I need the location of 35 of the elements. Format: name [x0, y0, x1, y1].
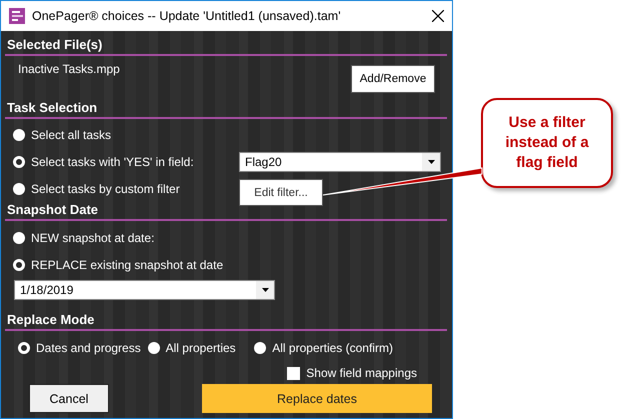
file-name: Inactive Tasks.mpp — [18, 62, 120, 76]
radio-option[interactable]: NEW snapshot at date: — [13, 230, 239, 244]
section-heading: Snapshot Date — [6, 202, 100, 217]
section-heading: Selected File(s) — [6, 37, 104, 52]
section-heading: Replace Mode — [6, 312, 96, 327]
radio-button[interactable] — [18, 342, 30, 354]
radio-option[interactable]: All properties — [148, 341, 254, 355]
section-heading: Task Selection — [6, 100, 98, 115]
window-title: OnePager® choices -- Update 'Untitled1 (unsaved).tam' — [32, 9, 342, 23]
radio-option[interactable]: Select tasks by custom filter — [13, 182, 239, 196]
checkbox[interactable] — [287, 366, 300, 380]
radio-button[interactable] — [13, 128, 25, 140]
add-remove-button[interactable]: Add/Remove — [351, 65, 435, 93]
edit-filter-button[interactable]: Edit filter... — [239, 179, 323, 206]
dropdown-arrow-icon[interactable] — [428, 160, 434, 164]
dropdown-arrow-icon[interactable] — [262, 288, 268, 292]
app-icon — [9, 8, 25, 24]
radio-option[interactable]: Dates and progress — [18, 341, 148, 355]
radio-option[interactable]: Select tasks with 'YES' in field: — [13, 154, 239, 168]
radio-button[interactable] — [13, 182, 25, 194]
radio-button[interactable] — [148, 342, 160, 354]
field-dropdown[interactable]: Flag20 — [239, 152, 441, 172]
checkbox-label[interactable]: Show field mappings — [306, 366, 417, 380]
replace-dates-button[interactable]: Replace dates — [202, 384, 432, 413]
radio-button[interactable] — [13, 258, 25, 270]
radio-option[interactable]: REPLACE existing snapshot at date — [13, 258, 239, 272]
radio-button[interactable] — [254, 342, 266, 354]
radio-option[interactable]: All properties (confirm) — [254, 341, 447, 355]
close-icon[interactable] — [432, 10, 444, 22]
radio-button[interactable] — [13, 232, 25, 244]
date-dropdown[interactable]: 1/18/2019 — [14, 280, 275, 300]
radio-button[interactable] — [13, 156, 25, 168]
cancel-button[interactable]: Cancel — [29, 384, 109, 413]
callout: Use a filter instead of a flag field — [481, 98, 613, 188]
radio-option[interactable]: Select all tasks — [13, 128, 239, 142]
